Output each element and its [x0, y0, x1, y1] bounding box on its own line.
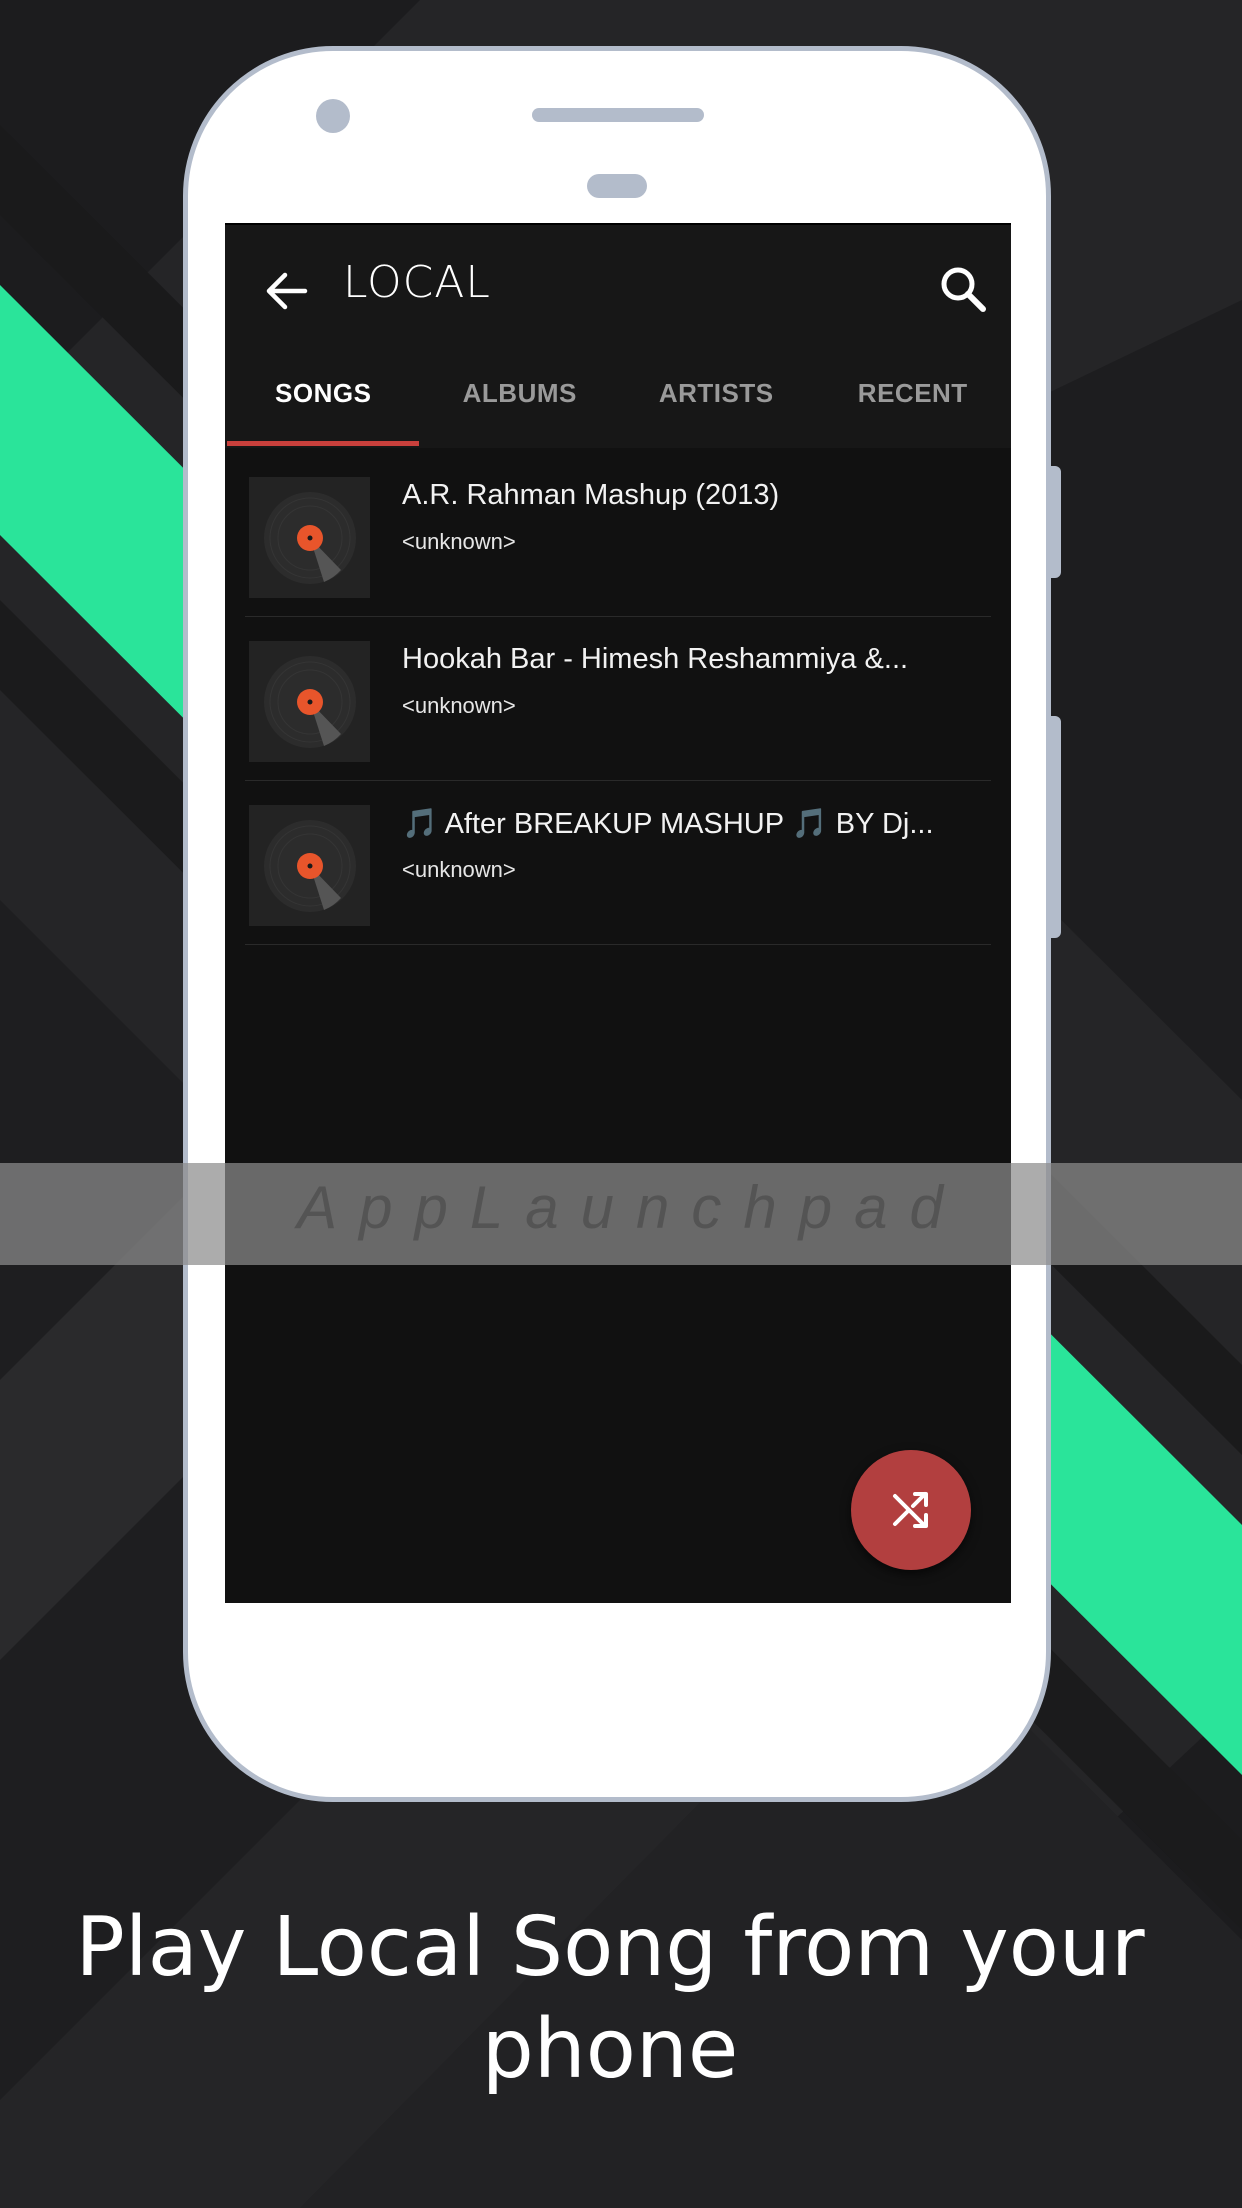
tab-bar: SONGS ALBUMS ARTISTS RECENT — [225, 353, 1011, 448]
album-art — [249, 477, 370, 598]
page-title: LOCAL — [343, 257, 491, 308]
promo-caption: Play Local Song from your phone — [75, 1900, 1145, 2097]
album-art — [249, 805, 370, 926]
tab-albums[interactable]: ALBUMS — [422, 353, 619, 448]
search-button[interactable] — [933, 259, 993, 319]
vinyl-disc-icon — [264, 492, 356, 584]
watermark-band: AppLaunchpad — [0, 1163, 1242, 1265]
tab-songs[interactable]: SONGS — [225, 353, 422, 448]
vinyl-disc-icon — [264, 656, 356, 748]
song-artist: <unknown> — [402, 857, 516, 882]
arrow-left-icon — [266, 272, 308, 310]
song-title: 🎵 After BREAKUP MASHUP 🎵 BY Dj... — [402, 808, 934, 840]
vinyl-disc-icon — [264, 820, 356, 912]
app-toolbar: LOCAL SONGS ALBUMS ARTISTS RECENT — [225, 225, 1011, 448]
app-screen: LOCAL SONGS ALBUMS ARTISTS RECENT A.R. R… — [225, 223, 1011, 1603]
song-artist: <unknown> — [402, 529, 516, 554]
phone-sensor — [587, 174, 647, 198]
song-row[interactable]: Hookah Bar - Himesh Reshammiya &... <unk… — [245, 617, 991, 781]
song-row[interactable]: A.R. Rahman Mashup (2013) <unknown> — [245, 453, 991, 617]
active-tab-indicator — [227, 441, 419, 446]
front-camera — [316, 99, 350, 133]
song-title: Hookah Bar - Himesh Reshammiya &... — [402, 643, 909, 675]
shuffle-icon — [893, 1492, 928, 1528]
song-row[interactable]: 🎵 After BREAKUP MASHUP 🎵 BY Dj... <unkno… — [245, 781, 991, 945]
back-button[interactable] — [257, 261, 317, 321]
album-art — [249, 641, 370, 762]
song-title: A.R. Rahman Mashup (2013) — [402, 479, 780, 511]
shuffle-button[interactable] — [851, 1450, 971, 1570]
tab-artists[interactable]: ARTISTS — [618, 353, 815, 448]
song-artist: <unknown> — [402, 693, 516, 718]
search-icon — [941, 267, 986, 312]
watermark-text: AppLaunchpad — [297, 1174, 965, 1241]
tab-recent[interactable]: RECENT — [815, 353, 1012, 448]
phone-speaker — [532, 108, 704, 122]
